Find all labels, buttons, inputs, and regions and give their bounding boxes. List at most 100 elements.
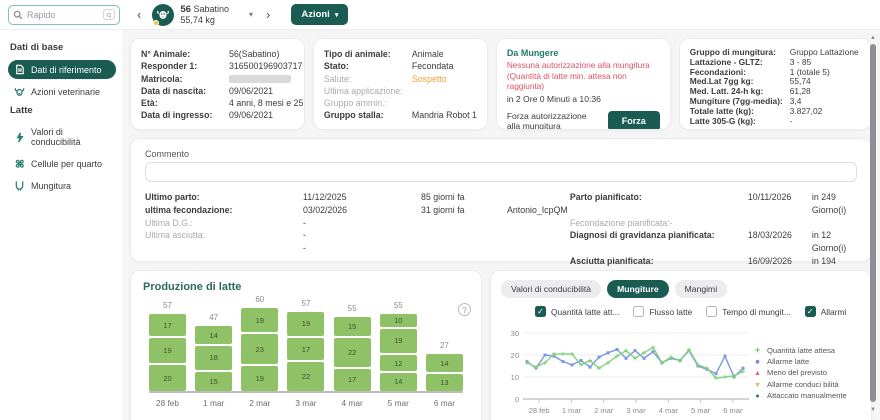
legend-label: Meno del previsto [767, 368, 827, 379]
info-label: Fecondazione pianificata:- [570, 217, 748, 230]
info-row: Stato:Fecondata [324, 60, 477, 72]
bar-3-mar[interactable]: 57191722 [287, 299, 324, 391]
animal-number: 56 [180, 4, 191, 15]
force-auth-text: Forza autorizzazione alla mungitura [507, 111, 602, 131]
page-scrollbar[interactable]: ▲ ▼ [868, 34, 878, 414]
info-row: - [145, 242, 570, 255]
checkbox-tempo-di-mungit[interactable]: Tempo di mungit... [706, 306, 790, 317]
chevron-down-icon[interactable]: ▾ [249, 10, 253, 19]
info-value: Mandria Robot 1 [412, 109, 477, 121]
search-input[interactable]: Rapido q [8, 5, 120, 25]
bar-category-label: 2 mar [241, 398, 278, 408]
info-label: Salute: [324, 73, 412, 85]
reproduction-history-list: Ultimo parto:11/12/202585 giorni faultim… [145, 191, 570, 281]
status-dot [153, 20, 159, 26]
sidebar-item-dati-di-riferimento[interactable]: Dati di riferimento [8, 60, 116, 79]
legend-item-attaccato-manualmente: ●Attaccato manualmente [753, 391, 861, 403]
tab-mangimi[interactable]: Mangimi [675, 280, 727, 298]
info-value: Sospetto [412, 73, 477, 85]
animal-info-card: N° Animale:56(Sabatino)Responder 1:31650… [130, 38, 305, 130]
scroll-up-icon[interactable]: ▲ [868, 34, 878, 42]
next-animal-button[interactable]: › [263, 7, 273, 22]
animal-name: Sabatino [193, 4, 229, 14]
animal-type-card: Tipo di animale:AnimaleStato:FecondataSa… [313, 38, 488, 130]
chart-legend: +Quantità latte attesa■Allarme latte▲Men… [753, 319, 861, 419]
info-extra [507, 217, 570, 230]
sidebar-item-valori-di-conducibilita[interactable]: Valori di conducibilità [8, 123, 116, 151]
legend-label: Attaccato manualmente [767, 391, 847, 402]
info-label: Ultima D.G.: [145, 217, 303, 230]
animal-info-list: N° Animale:56(Sabatino)Responder 1:31650… [141, 48, 294, 122]
tab-valori-di-conducibilita[interactable]: Valori di conducibilità [501, 280, 601, 298]
bar-4-mar[interactable]: 55152217 [334, 304, 371, 391]
info-date [748, 217, 812, 230]
info-row: Fecondazione pianificata:- [570, 217, 857, 230]
bar-segment: 17 [287, 338, 324, 360]
info-due [812, 217, 857, 230]
checkbox-label: Flusso latte [649, 307, 692, 317]
svg-text:0: 0 [515, 395, 519, 404]
info-label: Responder 1: [141, 60, 229, 72]
sidebar-item-mungitura[interactable]: Mungitura [8, 176, 116, 195]
info-extra [507, 242, 570, 255]
help-icon[interactable]: ? [458, 303, 471, 316]
checkbox-box [633, 306, 644, 317]
info-date: - [303, 229, 421, 242]
bar-segment: 14 [380, 373, 417, 391]
checkbox-box: ✓ [805, 306, 816, 317]
milk-production-title: Produzione di latte [143, 281, 469, 293]
top-bar: Rapido q ‹ 56 Sabatino 55,74 kg ▾ › Azio… [0, 0, 880, 30]
bar-total-label: 60 [241, 295, 278, 304]
bar-segment: 14 [195, 326, 232, 344]
info-row: Data di ingresso:09/06/2021 [141, 109, 294, 121]
info-ago: 85 giorni fa [421, 191, 507, 204]
checkbox-allarmi[interactable]: ✓Allarmi [805, 306, 847, 317]
checkbox-quantita-latte-att[interactable]: ✓Quantità latte att... [535, 306, 619, 317]
info-label: Età: [141, 97, 229, 109]
info-label: Tipo di animale: [324, 48, 412, 60]
bar-5-mar[interactable]: 5510191214 [380, 301, 417, 391]
sidebar-item-azioni-veterinarie[interactable]: Azioni veterinarie [8, 82, 116, 101]
tab-mungiture[interactable]: Mungiture [607, 280, 669, 298]
svg-text:6 mar: 6 mar [723, 406, 743, 415]
bar-segment: 19 [241, 366, 278, 391]
actions-button[interactable]: Azioni▾ [291, 4, 348, 25]
bar-6-mar[interactable]: 271413 [426, 341, 463, 391]
bar-2-mar[interactable]: 60192319 [241, 295, 278, 391]
bar-segment: 15 [334, 317, 371, 337]
checkbox-flusso-latte[interactable]: Flusso latte [633, 306, 692, 317]
legend-triangle-down-marker: ▼ [753, 381, 762, 392]
animal-selector[interactable]: 56 Sabatino 55,74 kg ▾ [152, 4, 255, 26]
info-value: 09/06/2021 [229, 85, 294, 97]
bar-segment: 17 [334, 369, 371, 391]
legend-item-meno-del-previsto: ▲Meno del previsto [753, 368, 861, 380]
scroll-down-icon[interactable]: ▼ [868, 406, 878, 414]
force-button[interactable]: Forza [608, 111, 660, 130]
bar-total-label: 57 [287, 299, 324, 308]
bar-segment: 22 [334, 338, 371, 367]
info-value [412, 85, 477, 97]
info-date: - [303, 242, 421, 255]
milkings-chart-card: Valori di conducibilitàMungitureMangimi … [490, 270, 872, 420]
info-value: 4 anni, 8 mesi e 25 gi... [229, 97, 305, 109]
info-row: Gruppo stalla:Mandria Robot 1 [324, 109, 477, 121]
bar-total-label: 47 [195, 313, 232, 322]
bar-1-mar[interactable]: 47141815 [195, 313, 232, 391]
sidebar-item-cellule-per-quarto[interactable]: Cellule per quarto [8, 154, 116, 173]
bar-segment: 23 [241, 334, 278, 364]
info-extra: Antonio_IcpQM [507, 204, 570, 217]
scrollbar-thumb[interactable] [870, 44, 876, 402]
milking-group-card: Gruppo di mungitura:Gruppo LattazioneLat… [679, 38, 872, 130]
series-checkboxes: ✓Quantità latte att... Flusso latte Tempo … [535, 306, 861, 317]
info-date: 18/03/2026 [748, 229, 812, 255]
prev-animal-button[interactable]: ‹ [134, 7, 144, 22]
info-row: Matricola: [141, 73, 294, 85]
bar-28-feb[interactable]: 57171920 [149, 301, 186, 391]
comment-card: Commento Ultimo parto:11/12/202585 giorn… [130, 138, 872, 262]
sidebar-item-label: Dati di riferimento [31, 65, 102, 75]
info-row: Ultimo parto:11/12/202585 giorni fa [145, 191, 570, 204]
cells-icon [14, 158, 25, 169]
bar-total-label: 57 [149, 301, 186, 310]
info-date: 10/11/2026 [748, 191, 812, 217]
comment-input[interactable] [145, 162, 857, 182]
